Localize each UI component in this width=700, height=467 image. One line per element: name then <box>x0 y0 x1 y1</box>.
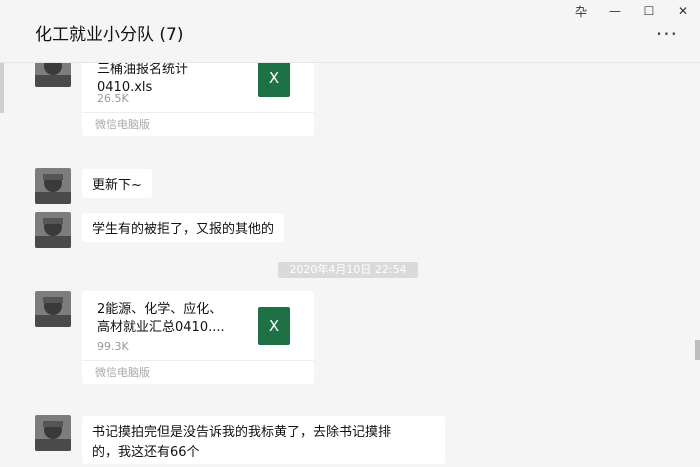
file-name: 2能源、化学、应化、 高材就业汇总0410.... <box>97 302 225 335</box>
file-message[interactable]: 三桶油报名统计 0410.xls 26.5K X 微信电脑版 <box>82 63 314 136</box>
file-source: 微信电脑版 <box>82 112 314 136</box>
message-list: 三桶油报名统计 0410.xls 26.5K X 微信电脑版 更新下~ 学生有的… <box>0 63 692 467</box>
avatar[interactable] <box>35 63 71 87</box>
more-options-button[interactable]: ··· <box>656 22 678 46</box>
minimize-icon[interactable]: — <box>598 0 632 22</box>
message-bubble[interactable]: 更新下~ <box>82 169 152 198</box>
excel-icon: X <box>258 307 290 345</box>
file-message[interactable]: 2能源、化学、应化、 高材就业汇总0410.... 99.3K X 微信电脑版 <box>82 291 314 384</box>
avatar[interactable] <box>35 168 71 204</box>
message-bubble[interactable]: 书记摸拍完但是没告诉我的我标黄了，去除书记摸排 的，我这还有66个 <box>82 416 445 464</box>
avatar[interactable] <box>35 415 71 451</box>
window-controls: 卆 — ☐ ✕ <box>564 0 700 22</box>
file-size: 99.3K <box>97 340 129 353</box>
excel-icon: X <box>258 63 290 97</box>
timestamp: 2020年4月10日 22:54 <box>278 262 418 278</box>
close-icon[interactable]: ✕ <box>666 0 700 22</box>
avatar[interactable] <box>35 212 71 248</box>
pin-icon[interactable]: 卆 <box>564 0 598 22</box>
maximize-icon[interactable]: ☐ <box>632 0 666 22</box>
message-bubble[interactable]: 学生有的被拒了，又报的其他的 <box>82 213 285 242</box>
avatar[interactable] <box>35 291 71 327</box>
file-size: 26.5K <box>97 92 129 105</box>
file-source: 微信电脑版 <box>82 360 314 384</box>
chat-title: 化工就业小分队 (7) <box>35 25 184 45</box>
scrollbar-thumb[interactable] <box>695 340 700 360</box>
